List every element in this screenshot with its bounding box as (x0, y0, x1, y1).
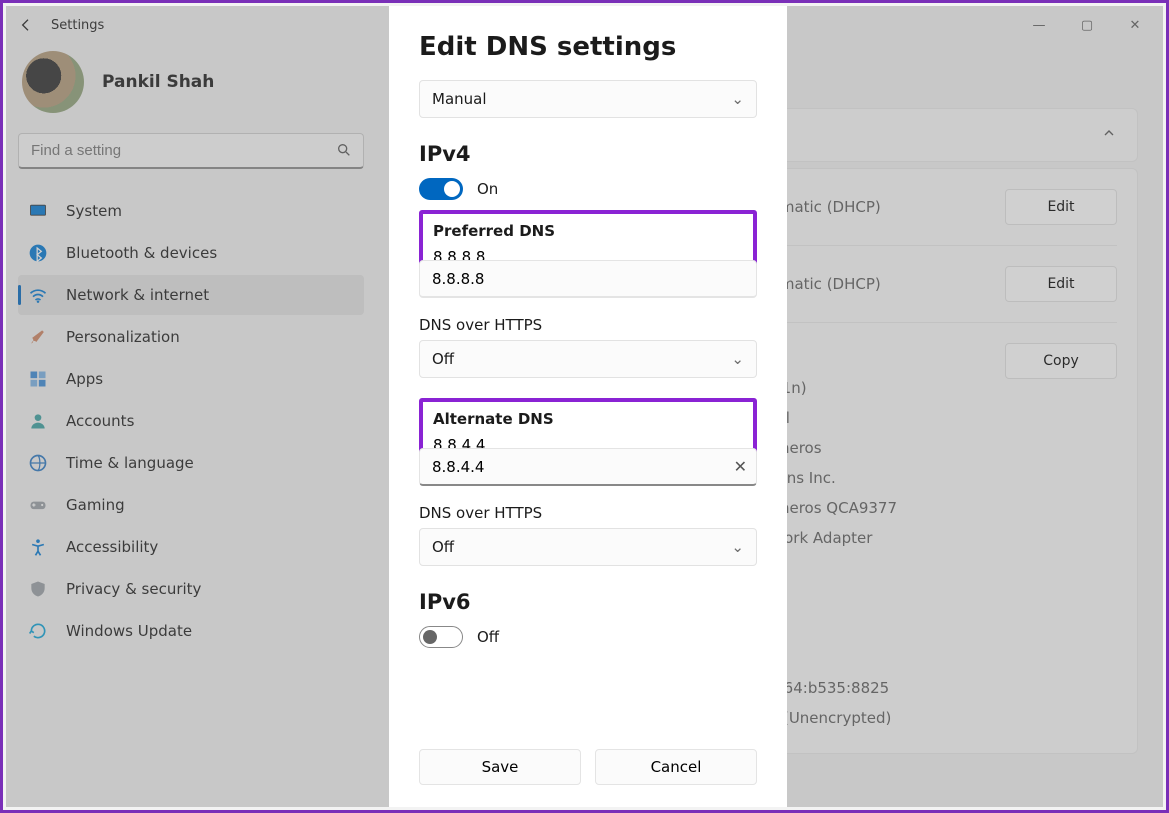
doh1-select[interactable]: Off ⌄ (419, 340, 757, 378)
edit-dns-dialog: Edit DNS settings Manual ⌄ IPv4 On Prefe… (389, 6, 787, 807)
ipv4-heading: IPv4 (419, 142, 757, 166)
doh2-select[interactable]: Off ⌄ (419, 528, 757, 566)
dns-mode-select[interactable]: Manual ⌄ (419, 80, 757, 118)
chevron-down-icon: ⌄ (731, 350, 744, 368)
dialog-title: Edit DNS settings (419, 32, 757, 62)
ipv4-toggle-label: On (477, 180, 498, 198)
chevron-down-icon: ⌄ (731, 538, 744, 556)
save-button[interactable]: Save (419, 749, 581, 785)
settings-window: Settings — ▢ ✕ Pankil Shah System (0, 0, 1169, 813)
ipv6-toggle-label: Off (477, 628, 499, 646)
alternate-dns-input[interactable] (419, 448, 757, 486)
dialog-footer: Save Cancel (419, 735, 757, 785)
ipv4-toggle[interactable] (419, 178, 463, 200)
clear-icon[interactable]: ✕ (734, 457, 747, 476)
alternate-dns-label: Alternate DNS (433, 410, 743, 428)
chevron-down-icon: ⌄ (731, 90, 744, 108)
doh2-value: Off (432, 538, 454, 556)
preferred-dns-input[interactable] (419, 260, 757, 298)
doh1-value: Off (432, 350, 454, 368)
ipv6-heading: IPv6 (419, 590, 757, 614)
dns-mode-value: Manual (432, 90, 487, 108)
doh2-label: DNS over HTTPS (419, 504, 757, 522)
doh1-label: DNS over HTTPS (419, 316, 757, 334)
ipv4-toggle-row: On (419, 178, 757, 200)
ipv6-toggle-row: Off (419, 626, 757, 648)
preferred-dns-label: Preferred DNS (433, 222, 743, 240)
cancel-button[interactable]: Cancel (595, 749, 757, 785)
ipv6-toggle[interactable] (419, 626, 463, 648)
